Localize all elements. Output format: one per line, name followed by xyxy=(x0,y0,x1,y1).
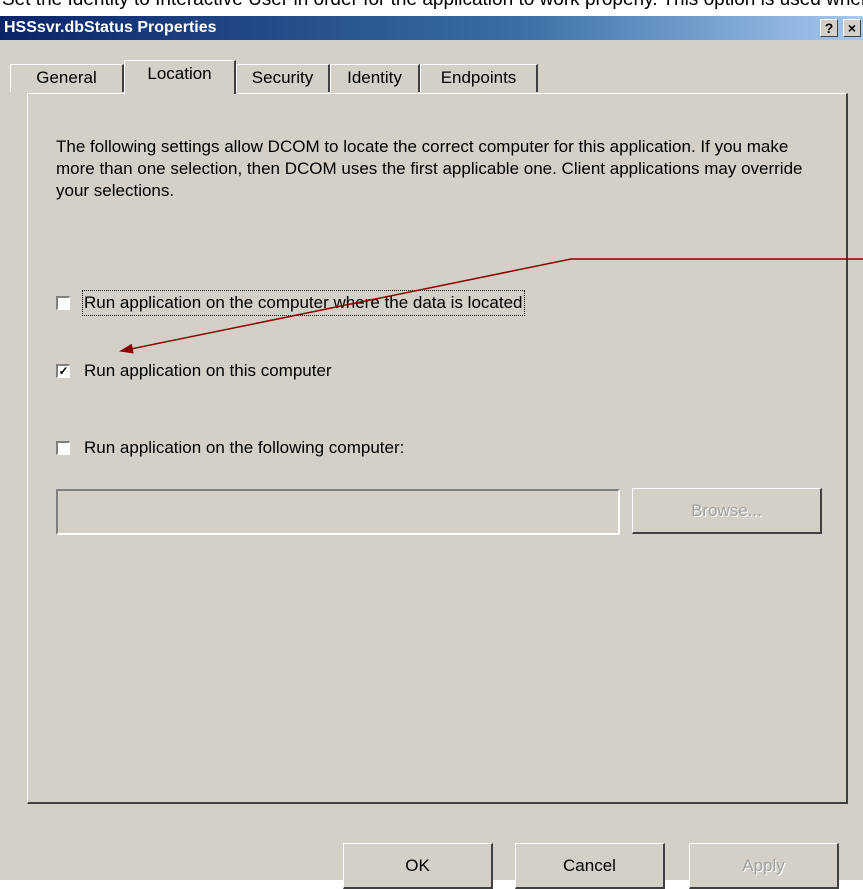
location-panel: The following settings allow DCOM to loc… xyxy=(27,93,848,804)
checkbox-run-where-data-located[interactable] xyxy=(56,296,70,310)
browse-button[interactable]: Browse... xyxy=(632,488,822,534)
close-button[interactable]: × xyxy=(843,19,861,37)
tab-general[interactable]: General xyxy=(10,64,124,92)
checkbox-run-on-this-computer[interactable]: ✓ xyxy=(56,364,70,378)
apply-button[interactable]: Apply xyxy=(689,843,839,889)
ok-button[interactable]: OK xyxy=(343,843,493,889)
checkbox-run-on-following-computer[interactable] xyxy=(56,441,70,455)
tab-location[interactable]: Location xyxy=(124,60,236,94)
document-text: Set the Identity to Interactive User in … xyxy=(2,0,863,10)
tab-identity[interactable]: Identity xyxy=(330,64,420,92)
location-description: The following settings allow DCOM to loc… xyxy=(56,137,803,200)
title-bar[interactable]: HSSsvr.dbStatus Properties ? × xyxy=(0,16,863,40)
tab-security[interactable]: Security xyxy=(236,64,330,92)
window-title: HSSsvr.dbStatus Properties xyxy=(4,19,217,36)
properties-dialog: HSSsvr.dbStatus Properties ? × General L… xyxy=(0,16,863,889)
cancel-button[interactable]: Cancel xyxy=(515,843,665,889)
computer-name-input[interactable] xyxy=(56,489,620,535)
help-button[interactable]: ? xyxy=(820,19,838,37)
option-label: Run application on the computer where th… xyxy=(82,290,525,316)
option-label: Run application on the following compute… xyxy=(84,438,405,457)
tab-endpoints[interactable]: Endpoints xyxy=(420,64,538,92)
option-label: Run application on this computer xyxy=(84,361,332,380)
